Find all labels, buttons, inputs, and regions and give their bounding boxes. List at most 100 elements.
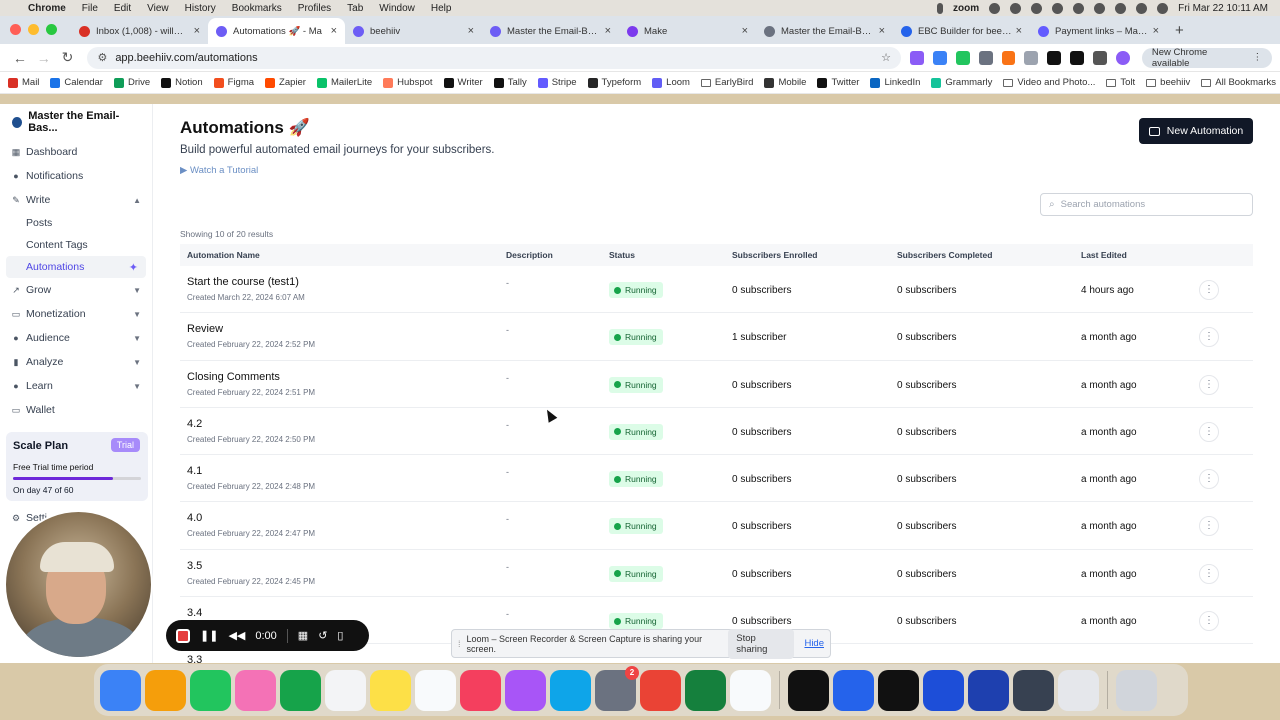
menu-tab[interactable]: Tab — [347, 3, 363, 14]
browser-tab[interactable]: Automations 🚀 - Ma × — [208, 18, 345, 44]
forward-icon[interactable]: → — [32, 50, 56, 66]
more-options-icon[interactable]: ⋮ — [1199, 469, 1219, 490]
sidebar-item-grow[interactable]: ↗ Grow ▼ — [0, 278, 152, 302]
pause-icon[interactable]: ❚❚ — [200, 629, 218, 642]
extension-icon[interactable] — [1001, 50, 1016, 65]
control-center-icon[interactable] — [1136, 2, 1148, 14]
bookmark-item[interactable]: Notion — [161, 77, 203, 88]
status-icon[interactable] — [1010, 2, 1022, 14]
browser-tab[interactable]: EBC Builder for beehiiv × — [893, 18, 1030, 44]
automation-name[interactable]: 4.1 — [187, 465, 202, 477]
notes-icon[interactable] — [370, 669, 411, 711]
wifi-icon[interactable] — [1094, 2, 1106, 14]
browser-tab[interactable]: Master the Email-Based × — [756, 18, 893, 44]
status-icon[interactable] — [1031, 2, 1043, 14]
menu-view[interactable]: View — [147, 3, 169, 14]
printer-icon[interactable] — [1013, 669, 1054, 711]
bookmark-item[interactable]: Zapier — [265, 77, 306, 88]
table-row[interactable]: Closing Comments Created February 22, 202… — [180, 361, 1253, 408]
bookmark-item[interactable]: Loom — [652, 77, 690, 88]
word-icon[interactable] — [968, 669, 1009, 711]
automation-name[interactable]: 3.3 — [187, 654, 202, 663]
stop-recording-button[interactable] — [176, 628, 190, 643]
bookmark-item[interactable]: Mobile — [764, 77, 806, 88]
capcut-icon[interactable] — [788, 669, 829, 711]
settings-icon[interactable]: 2 — [595, 665, 639, 711]
bookmark-item[interactable]: EarlyBird — [700, 77, 753, 88]
sidepanel-icon[interactable] — [1093, 50, 1107, 65]
facetime-icon[interactable] — [280, 669, 321, 711]
bookmark-item[interactable]: Writer — [443, 77, 483, 88]
sidebar-item-write[interactable]: ✎ Write ▲ — [0, 188, 152, 212]
automation-name[interactable]: Start the course (test1) — [187, 276, 299, 288]
automation-name[interactable]: 3.4 — [187, 607, 202, 619]
spotify-icon[interactable] — [878, 669, 919, 711]
bookmark-item[interactable]: Figma — [213, 77, 254, 88]
more-options-icon[interactable]: ⋮ — [1199, 374, 1219, 395]
browser-tab[interactable]: Payment links – Master × — [1030, 18, 1167, 44]
automation-name[interactable]: 3.5 — [187, 560, 202, 572]
extension-icon[interactable] — [932, 50, 947, 65]
photos-icon[interactable] — [235, 669, 276, 711]
profile-avatar[interactable] — [1115, 50, 1130, 65]
sidebar-item-content-tags[interactable]: Content Tags — [0, 234, 152, 256]
bookmark-item[interactable]: Stripe — [537, 77, 577, 88]
chrome-icon[interactable] — [640, 669, 681, 711]
bookmark-star-icon[interactable]: ☆ — [881, 51, 891, 64]
bookmark-item[interactable]: Tally — [493, 77, 527, 88]
menu-bookmarks[interactable]: Bookmarks — [232, 3, 282, 14]
sidebar-item-analyze[interactable]: ▮ Analyze ▼ — [0, 350, 152, 374]
sidebar-item-audience[interactable]: ● Audience ▼ — [0, 326, 152, 350]
bookmark-item[interactable]: beehiiv — [1146, 77, 1190, 88]
browser-tab[interactable]: Make × — [619, 18, 756, 44]
sidebar-item-notifications[interactable]: ● Notifications — [0, 164, 152, 188]
bookmark-item[interactable]: Typeform — [587, 77, 641, 88]
finder-icon[interactable] — [100, 669, 141, 711]
menu-window[interactable]: Window — [379, 3, 415, 14]
watch-tutorial-link[interactable]: ▶ Watch a Tutorial — [180, 165, 258, 176]
preview-icon[interactable] — [1058, 669, 1099, 711]
menu-file[interactable]: File — [82, 3, 98, 14]
zoom-icon[interactable] — [833, 669, 874, 711]
grid-icon[interactable]: ▦ — [298, 629, 308, 642]
play-icon[interactable] — [1073, 2, 1085, 14]
bookmark-item[interactable]: Hubspot — [383, 77, 433, 88]
extension-icon[interactable] — [978, 50, 993, 65]
all-bookmarks-button[interactable]: All Bookmarks — [1201, 77, 1276, 88]
menu-profiles[interactable]: Profiles — [298, 3, 331, 14]
sidebar-item-wallet[interactable]: ▭ Wallet — [0, 398, 152, 422]
launchpad-icon[interactable] — [145, 669, 186, 711]
browser-tab[interactable]: Inbox (1,008) - will@em × — [71, 18, 208, 44]
extension-icon[interactable] — [1047, 50, 1062, 65]
more-options-icon[interactable]: ⋮ — [1199, 421, 1219, 442]
close-tab-icon[interactable]: × — [1016, 25, 1022, 37]
close-tab-icon[interactable]: × — [468, 25, 474, 37]
table-row[interactable]: 4.0 Created February 22, 2024 2:47 PM - Run… — [180, 502, 1253, 550]
automation-name[interactable]: Review — [187, 323, 223, 335]
search-icon[interactable] — [1115, 2, 1127, 14]
bookmark-item[interactable]: Tolt — [1106, 77, 1135, 88]
extensions-puzzle-icon[interactable] — [1024, 50, 1039, 65]
maximize-window-button[interactable] — [46, 24, 57, 35]
bookmark-item[interactable]: Calendar — [50, 77, 103, 88]
back-icon[interactable]: ← — [8, 50, 32, 66]
minimize-window-button[interactable] — [28, 24, 39, 35]
site-info-icon[interactable]: ⚙ — [97, 51, 107, 64]
automation-name[interactable]: 4.2 — [187, 418, 202, 430]
new-automation-button[interactable]: New Automation — [1139, 118, 1253, 144]
close-tab-icon[interactable]: × — [605, 25, 611, 37]
trash-icon[interactable]: ▯ — [337, 629, 343, 642]
microphone-icon[interactable] — [937, 2, 944, 14]
search-input[interactable]: ⌕ Search automations — [1040, 193, 1253, 216]
sidebar-item-dashboard[interactable]: ▦ Dashboard — [0, 140, 152, 164]
more-options-icon[interactable]: ⋮ — [1199, 516, 1219, 537]
podcasts-icon[interactable] — [505, 669, 546, 711]
music-icon[interactable] — [460, 669, 501, 711]
browser-tab[interactable]: beehiiv × — [345, 18, 482, 44]
webcam-bubble[interactable] — [4, 510, 153, 659]
table-row[interactable]: 4.1 Created February 22, 2024 2:48 PM - Run… — [180, 455, 1253, 503]
more-options-icon[interactable]: ⋮ — [1199, 327, 1219, 348]
more-options-icon[interactable]: ⋮ — [1199, 280, 1219, 300]
table-row[interactable]: Start the course (test1) Created March 22… — [180, 266, 1253, 314]
menu-history[interactable]: History — [185, 3, 216, 14]
